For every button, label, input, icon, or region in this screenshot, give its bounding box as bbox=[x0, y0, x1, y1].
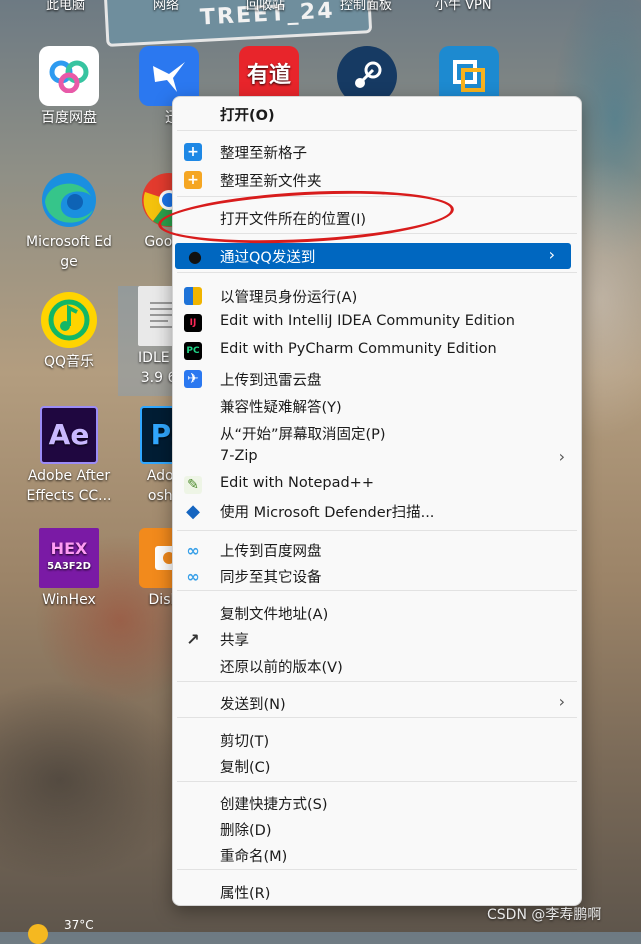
menu-item[interactable]: 复制文件地址(A) bbox=[173, 600, 581, 626]
chevron-right-icon: › bbox=[558, 447, 565, 466]
menu-separator bbox=[177, 681, 577, 682]
menu-item-label: 发送到(N) bbox=[220, 697, 286, 713]
menu-item-label: 整理至新文件夹 bbox=[220, 174, 322, 190]
menu-item-label: 还原以前的版本(V) bbox=[220, 660, 343, 676]
desktop-top-row: 此电脑 网络 回收站 控制面板 小牛 VPN bbox=[0, 0, 641, 14]
menu-item[interactable]: ✎ Edit with Notepad++ bbox=[173, 472, 581, 498]
chevron-right-icon: › bbox=[558, 692, 565, 711]
menu-item-label: 剪切(T) bbox=[220, 734, 270, 750]
menu-item[interactable]: 剪切(T) bbox=[173, 727, 581, 753]
menu-item-label: Edit with PyCharm Community Edition bbox=[220, 341, 497, 357]
menu-item-label: 共享 bbox=[220, 633, 249, 649]
sync-devices-icon: ∞ bbox=[186, 566, 200, 586]
desktop-icon-label: 百度网盘 bbox=[41, 110, 97, 126]
desktop-icon-label[interactable]: 此电脑 bbox=[46, 0, 85, 13]
menu-item[interactable]: ∞ 上传到百度网盘 bbox=[173, 537, 581, 563]
menu-item-label: 通过QQ发送到 bbox=[220, 250, 316, 266]
menu-separator bbox=[177, 590, 577, 591]
desktop-icon-edge[interactable]: Microsoft Ed ge bbox=[24, 170, 114, 272]
desktop-icon-label[interactable]: 网络 bbox=[153, 0, 179, 13]
thunder-cloud-icon: ✈ bbox=[184, 370, 202, 388]
uac-shield-icon bbox=[184, 287, 202, 305]
defender-icon: ◆ bbox=[186, 500, 200, 522]
menu-item-label: 使用 Microsoft Defender扫描... bbox=[220, 505, 435, 521]
desktop-icon-label[interactable]: 回收站 bbox=[246, 0, 285, 13]
intellij-icon: IJ bbox=[184, 314, 202, 332]
menu-item[interactable]: 重命名(M) bbox=[173, 842, 581, 868]
desktop-icon-label: ge bbox=[60, 254, 78, 270]
menu-item[interactable]: ✈ 上传到迅雷云盘 bbox=[173, 366, 581, 392]
weather-sun-icon bbox=[28, 924, 48, 944]
menu-item-label: 重命名(M) bbox=[220, 849, 288, 865]
desktop-icon-label: QQ音乐 bbox=[43, 354, 95, 370]
menu-item-label: Edit with IntelliJ IDEA Community Editio… bbox=[220, 313, 515, 329]
add-grid-icon: + bbox=[184, 143, 202, 161]
desktop-icon-label[interactable]: 控制面板 bbox=[340, 0, 392, 13]
notepadpp-icon: ✎ bbox=[184, 476, 202, 494]
desktop-icon-after-effects[interactable]: Ae Adobe After Effects CC... bbox=[24, 406, 114, 506]
weather-temperature: 37°C bbox=[64, 918, 94, 932]
qq-music-icon bbox=[39, 290, 99, 350]
menu-item[interactable]: + 整理至新文件夹 bbox=[173, 167, 581, 193]
menu-item[interactable]: ● 通过QQ发送到 › bbox=[175, 243, 571, 269]
menu-separator bbox=[177, 781, 577, 782]
menu-item[interactable]: 7-Zip › bbox=[173, 445, 581, 471]
menu-item[interactable]: 发送到(N) › bbox=[173, 690, 581, 716]
menu-item[interactable]: IJ Edit with IntelliJ IDEA Community Edit… bbox=[173, 310, 581, 336]
share-icon: ↗ bbox=[186, 629, 200, 649]
menu-item[interactable]: + 整理至新格子 bbox=[173, 139, 581, 165]
menu-item[interactable]: 复制(C) bbox=[173, 753, 581, 779]
menu-separator bbox=[177, 130, 577, 131]
desktop-icon-qq-music[interactable]: QQ音乐 bbox=[24, 290, 114, 372]
menu-item-label: 复制文件地址(A) bbox=[220, 607, 329, 623]
menu-item[interactable]: 以管理员身份运行(A) bbox=[173, 283, 581, 309]
menu-item-label: 上传到百度网盘 bbox=[220, 544, 322, 560]
menu-item[interactable]: 还原以前的版本(V) bbox=[173, 653, 581, 679]
menu-separator bbox=[177, 530, 577, 531]
menu-item[interactable]: 打开(O) bbox=[173, 101, 581, 127]
menu-item-label: 兼容性疑难解答(Y) bbox=[220, 400, 342, 416]
menu-item[interactable]: ∞ 同步至其它设备 bbox=[173, 563, 581, 589]
menu-item[interactable]: 属性(R) bbox=[173, 879, 581, 905]
menu-item-label: 以管理员身份运行(A) bbox=[220, 290, 358, 306]
after-effects-icon: Ae bbox=[40, 406, 98, 464]
desktop-icon-label: Microsoft Ed bbox=[26, 234, 112, 250]
menu-item-label: 整理至新格子 bbox=[220, 146, 307, 162]
pycharm-icon: PC bbox=[184, 342, 202, 360]
watermark: CSDN @李寿鹏啊 bbox=[487, 907, 602, 923]
menu-item[interactable]: ◆ 使用 Microsoft Defender扫描... bbox=[173, 498, 581, 524]
desktop-icon-label: Effects CC... bbox=[26, 488, 112, 504]
menu-item-label: 上传到迅雷云盘 bbox=[220, 373, 322, 389]
menu-item[interactable]: 创建快捷方式(S) bbox=[173, 790, 581, 816]
menu-item[interactable]: 删除(D) bbox=[173, 816, 581, 842]
menu-item-label: Edit with Notepad++ bbox=[220, 475, 374, 491]
menu-separator bbox=[177, 272, 577, 273]
add-folder-icon: + bbox=[184, 171, 202, 189]
menu-item[interactable]: 从“开始”屏幕取消固定(P) bbox=[173, 420, 581, 446]
menu-item-label: 删除(D) bbox=[220, 823, 272, 839]
edge-icon bbox=[39, 170, 99, 230]
menu-item-label: 创建快捷方式(S) bbox=[220, 797, 328, 813]
menu-separator bbox=[177, 717, 577, 718]
qq-icon: ● bbox=[188, 246, 202, 266]
menu-item[interactable]: ↗ 共享 bbox=[173, 626, 581, 652]
menu-item-label: 同步至其它设备 bbox=[220, 570, 322, 586]
menu-item[interactable]: 兼容性疑难解答(Y) bbox=[173, 393, 581, 419]
chevron-right-icon: › bbox=[548, 245, 555, 264]
desktop-icon-baidu-netdisk[interactable]: 百度网盘 bbox=[24, 46, 114, 128]
baidu-netdisk-icon bbox=[39, 46, 99, 106]
menu-item-label: 属性(R) bbox=[220, 886, 271, 902]
baidu-cloud-icon: ∞ bbox=[186, 540, 200, 560]
desktop-icon-label[interactable]: 小牛 VPN bbox=[435, 0, 492, 13]
menu-item[interactable]: PC Edit with PyCharm Community Edition bbox=[173, 338, 581, 364]
menu-item-label: 复制(C) bbox=[220, 760, 271, 776]
menu-separator bbox=[177, 869, 577, 870]
desktop-icon-label: Adobe After bbox=[27, 468, 111, 484]
winhex-icon: HEX 5A3F2D bbox=[39, 528, 99, 588]
menu-item-label: 从“开始”屏幕取消固定(P) bbox=[220, 427, 386, 443]
desktop-icon-winhex[interactable]: HEX 5A3F2D WinHex bbox=[24, 528, 114, 610]
menu-item-label: 7-Zip bbox=[220, 448, 258, 464]
menu-item-label: 打开(O) bbox=[220, 108, 275, 124]
desktop-icon-label: WinHex bbox=[42, 592, 96, 608]
